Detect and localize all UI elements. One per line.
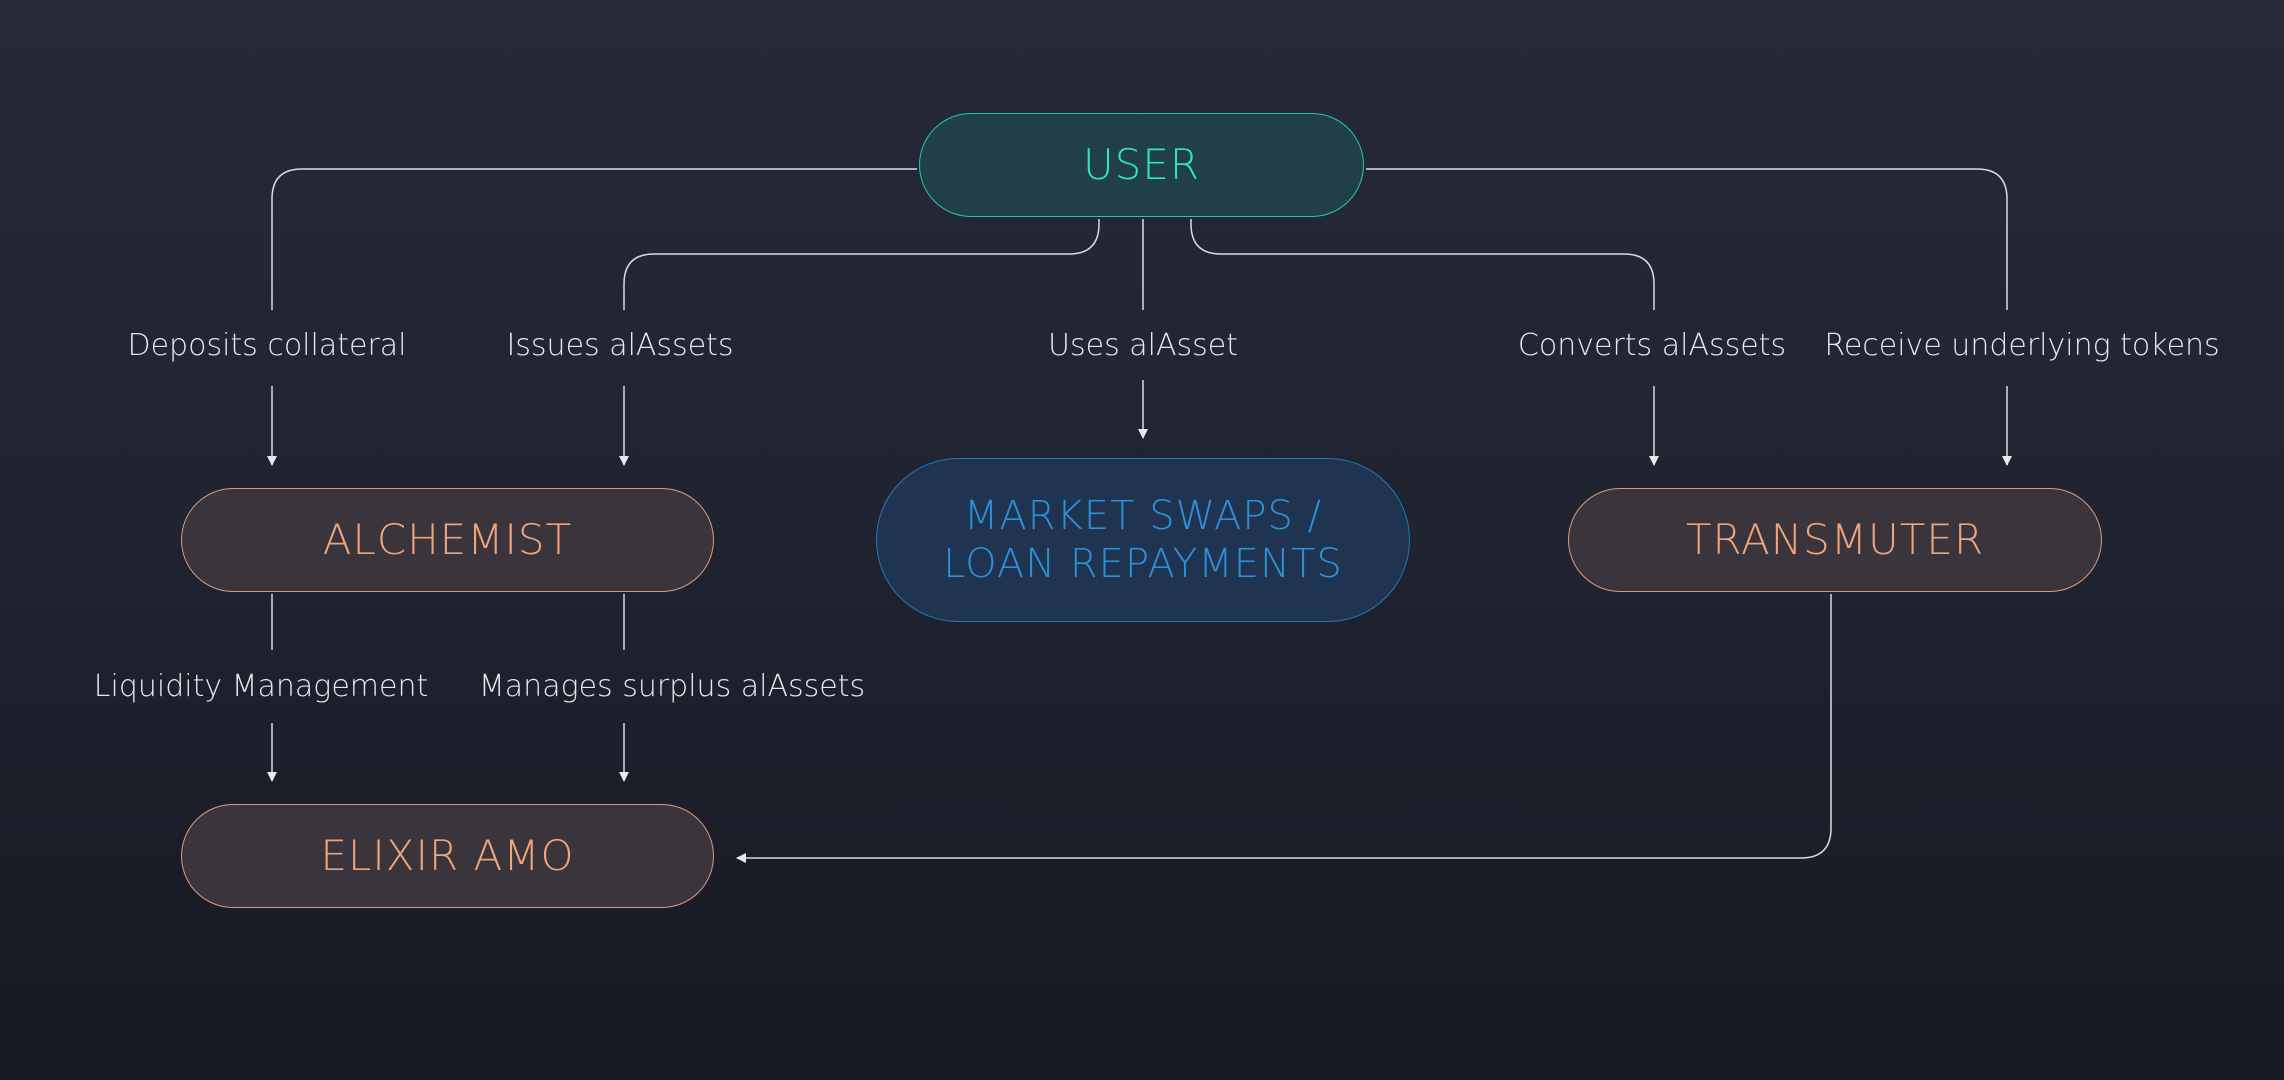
alchemist-node: ALCHEMIST xyxy=(181,488,714,592)
alchemist-node-label: ALCHEMIST xyxy=(322,514,573,564)
edge-label-converts-alassets: Converts alAssets xyxy=(1517,328,1787,363)
market-swaps-label-line1: MARKET SWAPS / xyxy=(963,493,1323,539)
edge-deposits-collateral xyxy=(271,168,917,310)
market-swaps-node: MARKET SWAPS / LOAN REPAYMENTS xyxy=(876,458,1410,622)
edge-label-liquidity-management: Liquidity Management xyxy=(93,669,429,704)
elixir-amo-node: ELIXIR AMO xyxy=(181,804,714,908)
user-node: USER xyxy=(919,113,1364,217)
transmuter-node: TRANSMUTER xyxy=(1568,488,2102,592)
elixir-amo-node-label: ELIXIR AMO xyxy=(320,830,575,880)
flow-diagram: USER ALCHEMIST MARKET SWAPS / LOAN REPAY… xyxy=(0,0,2284,1080)
edge-label-uses-alasset: Uses alAsset xyxy=(1048,328,1238,363)
edge-transmuter-elixir xyxy=(736,594,1832,863)
user-node-label: USER xyxy=(1082,139,1201,189)
edge-label-deposits-collateral: Deposits collateral xyxy=(127,328,407,363)
edge-issues-alassets xyxy=(623,219,1100,310)
edge-label-manages-surplus: Manages surplus alAssets xyxy=(478,669,866,704)
market-swaps-label-line2: LOAN REPAYMENTS xyxy=(943,541,1343,587)
transmuter-node-label: TRANSMUTER xyxy=(1685,514,1985,564)
edge-label-receive-underlying: Receive underlying tokens xyxy=(1824,328,2220,363)
edge-label-issues-alassets: Issues alAssets xyxy=(506,328,734,363)
edge-receive-underlying xyxy=(1366,168,2008,310)
edge-converts-alassets xyxy=(1190,219,1655,310)
